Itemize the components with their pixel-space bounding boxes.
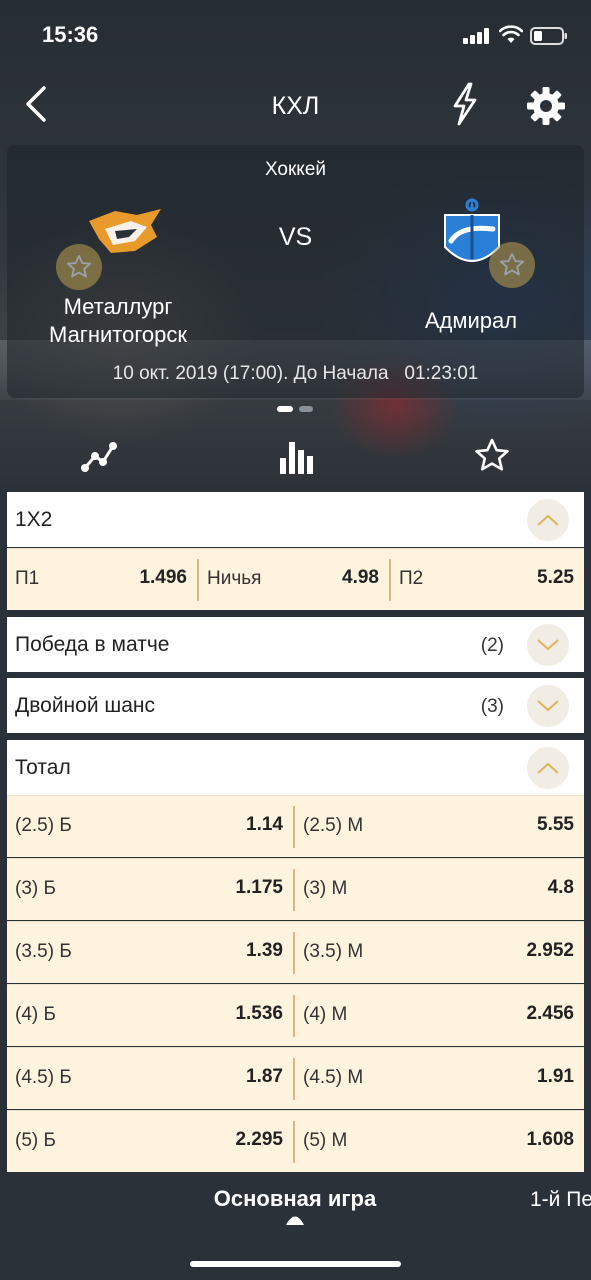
odds-value: 1.536: [235, 1003, 283, 1024]
battery-icon: [530, 27, 567, 45]
odds-label: (3) М: [303, 878, 348, 899]
market-title: 1X2: [15, 508, 53, 531]
home-indicator: [190, 1261, 401, 1267]
chevron-down-icon: [537, 639, 559, 651]
odds-label: (4) М: [303, 1004, 348, 1025]
odds-value: 1.608: [526, 1129, 574, 1150]
odds-label: (2.5) М: [303, 815, 364, 836]
bar-chart-icon[interactable]: [276, 436, 316, 476]
odds-value: 1.496: [139, 567, 187, 588]
odds-value: 4.98: [342, 567, 379, 588]
odds-cell-p2[interactable]: П2 5.25: [391, 549, 584, 611]
total-odds-row: (3) Б 1.175 (3) М 4.8: [7, 858, 584, 920]
line-chart-icon[interactable]: [79, 436, 119, 476]
tab-indicator-icon: [286, 1216, 304, 1225]
market-title: Двойной шанс: [15, 694, 156, 717]
odds-label: (5) М: [303, 1130, 348, 1151]
total-odds-row: (4) Б 1.536 (4) М 2.456: [7, 984, 584, 1046]
team2-name: Адмирал: [424, 308, 518, 333]
odds-cell-over[interactable]: (5) Б 2.295: [7, 1111, 293, 1173]
odds-label: (4.5) Б: [15, 1067, 72, 1088]
odds-value: 1.39: [246, 940, 283, 961]
odds-value: 5.55: [537, 814, 574, 835]
tab-main-game[interactable]: Основная игра: [195, 1186, 395, 1212]
total-odds-row: (2.5) Б 1.14 (2.5) М 5.55: [7, 795, 584, 857]
odds-value: 1.87: [246, 1066, 283, 1087]
favorite-team2-button[interactable]: [489, 242, 535, 288]
odds-label: (3.5) Б: [15, 941, 72, 962]
odds-cell-under[interactable]: (4.5) М 1.91: [295, 1048, 584, 1110]
odds-value: 2.295: [235, 1129, 283, 1150]
match-datetime: 10 окт. 2019 (17:00). До Начала 01:23:01: [112, 363, 479, 384]
star-icon: [66, 254, 92, 278]
odds-value: 2.456: [526, 1003, 574, 1024]
odds-cell-over[interactable]: (4) Б 1.536: [7, 985, 293, 1047]
chevron-down-icon: [537, 700, 559, 712]
odds-label: (2.5) Б: [15, 815, 72, 836]
sport-label: Хоккей: [264, 159, 327, 180]
page-title: КХЛ: [271, 92, 320, 120]
odds-value: 5.25: [537, 567, 574, 588]
odds-cell-p1[interactable]: П1 1.496: [7, 549, 197, 611]
expand-button[interactable]: [527, 624, 569, 666]
total-odds-row: (5) Б 2.295 (5) М 1.608: [7, 1110, 584, 1172]
market-count: (2): [480, 635, 504, 656]
team1-name: Металлург Магнитогорск: [49, 294, 187, 347]
odds-value: 4.8: [547, 877, 574, 898]
odds-cell-draw[interactable]: Ничья 4.98: [199, 549, 389, 611]
odds-row-1x2: П1 1.496 Ничья 4.98 П2 5.25: [7, 548, 584, 610]
chevron-up-icon: [537, 762, 559, 774]
odds-cell-under[interactable]: (3) М 4.8: [295, 859, 584, 921]
market-1x2-header[interactable]: 1X2: [7, 492, 584, 547]
odds-cell-under[interactable]: (4) М 2.456: [295, 985, 584, 1047]
odds-label: Ничья: [207, 568, 262, 589]
odds-value: 1.175: [235, 877, 283, 898]
collapse-button[interactable]: [527, 747, 569, 789]
odds-label: (4.5) М: [303, 1067, 364, 1088]
total-odds-row: (3.5) Б 1.39 (3.5) М 2.952: [7, 921, 584, 983]
odds-value: 1.91: [537, 1066, 574, 1087]
market-title: Тотал: [15, 756, 71, 779]
odds-value: 1.14: [246, 814, 283, 835]
odds-label: П2: [399, 568, 424, 589]
market-title: Победа в матче: [15, 633, 170, 656]
page-indicator: [277, 406, 315, 412]
odds-label: (3.5) М: [303, 941, 364, 962]
odds-value: 2.952: [526, 940, 574, 961]
status-bar: 15:36: [0, 0, 591, 72]
odds-cell-over[interactable]: (3.5) Б 1.39: [7, 922, 293, 984]
match-card: Хоккей VS Металлург Магнитогорск Адмирал…: [7, 145, 584, 398]
star-icon: [499, 252, 525, 276]
odds-cell-under[interactable]: (5) М 1.608: [295, 1111, 584, 1173]
nav-bar: КХЛ: [0, 72, 591, 142]
tab-first-period[interactable]: 1-й Пе: [530, 1188, 591, 1212]
status-time: 15:36: [42, 22, 99, 47]
odds-cell-under[interactable]: (3.5) М 2.952: [295, 922, 584, 984]
market-double-chance-header[interactable]: Двойной шанс (3): [7, 678, 584, 733]
odds-cell-over[interactable]: (3) Б 1.175: [7, 859, 293, 921]
lightning-icon[interactable]: [447, 80, 483, 128]
wifi-icon: [499, 25, 523, 43]
bottom-tabs: Основная игра 1-й Пе: [0, 1172, 591, 1280]
market-total-header[interactable]: Тотал: [7, 740, 584, 795]
odds-cell-over[interactable]: (4.5) Б 1.87: [7, 1048, 293, 1110]
total-odds-row: (4.5) Б 1.87 (4.5) М 1.91: [7, 1047, 584, 1109]
odds-label: (4) Б: [15, 1004, 56, 1025]
action-row: [0, 430, 591, 480]
team1-logo: [89, 209, 161, 253]
market-count: (3): [480, 696, 504, 717]
favorite-star-icon[interactable]: [472, 436, 512, 476]
odds-cell-under[interactable]: (2.5) М 5.55: [295, 796, 584, 858]
odds-cell-over[interactable]: (2.5) Б 1.14: [7, 796, 293, 858]
gear-icon[interactable]: [524, 84, 568, 128]
odds-label: (3) Б: [15, 878, 56, 899]
signal-icon: [463, 28, 491, 44]
expand-button[interactable]: [527, 685, 569, 727]
market-match-win-header[interactable]: Победа в матче (2): [7, 617, 584, 672]
collapse-button[interactable]: [527, 499, 569, 541]
favorite-team1-button[interactable]: [56, 244, 102, 290]
odds-label: (5) Б: [15, 1130, 56, 1151]
odds-label: П1: [15, 568, 40, 589]
chevron-up-icon: [537, 514, 559, 526]
